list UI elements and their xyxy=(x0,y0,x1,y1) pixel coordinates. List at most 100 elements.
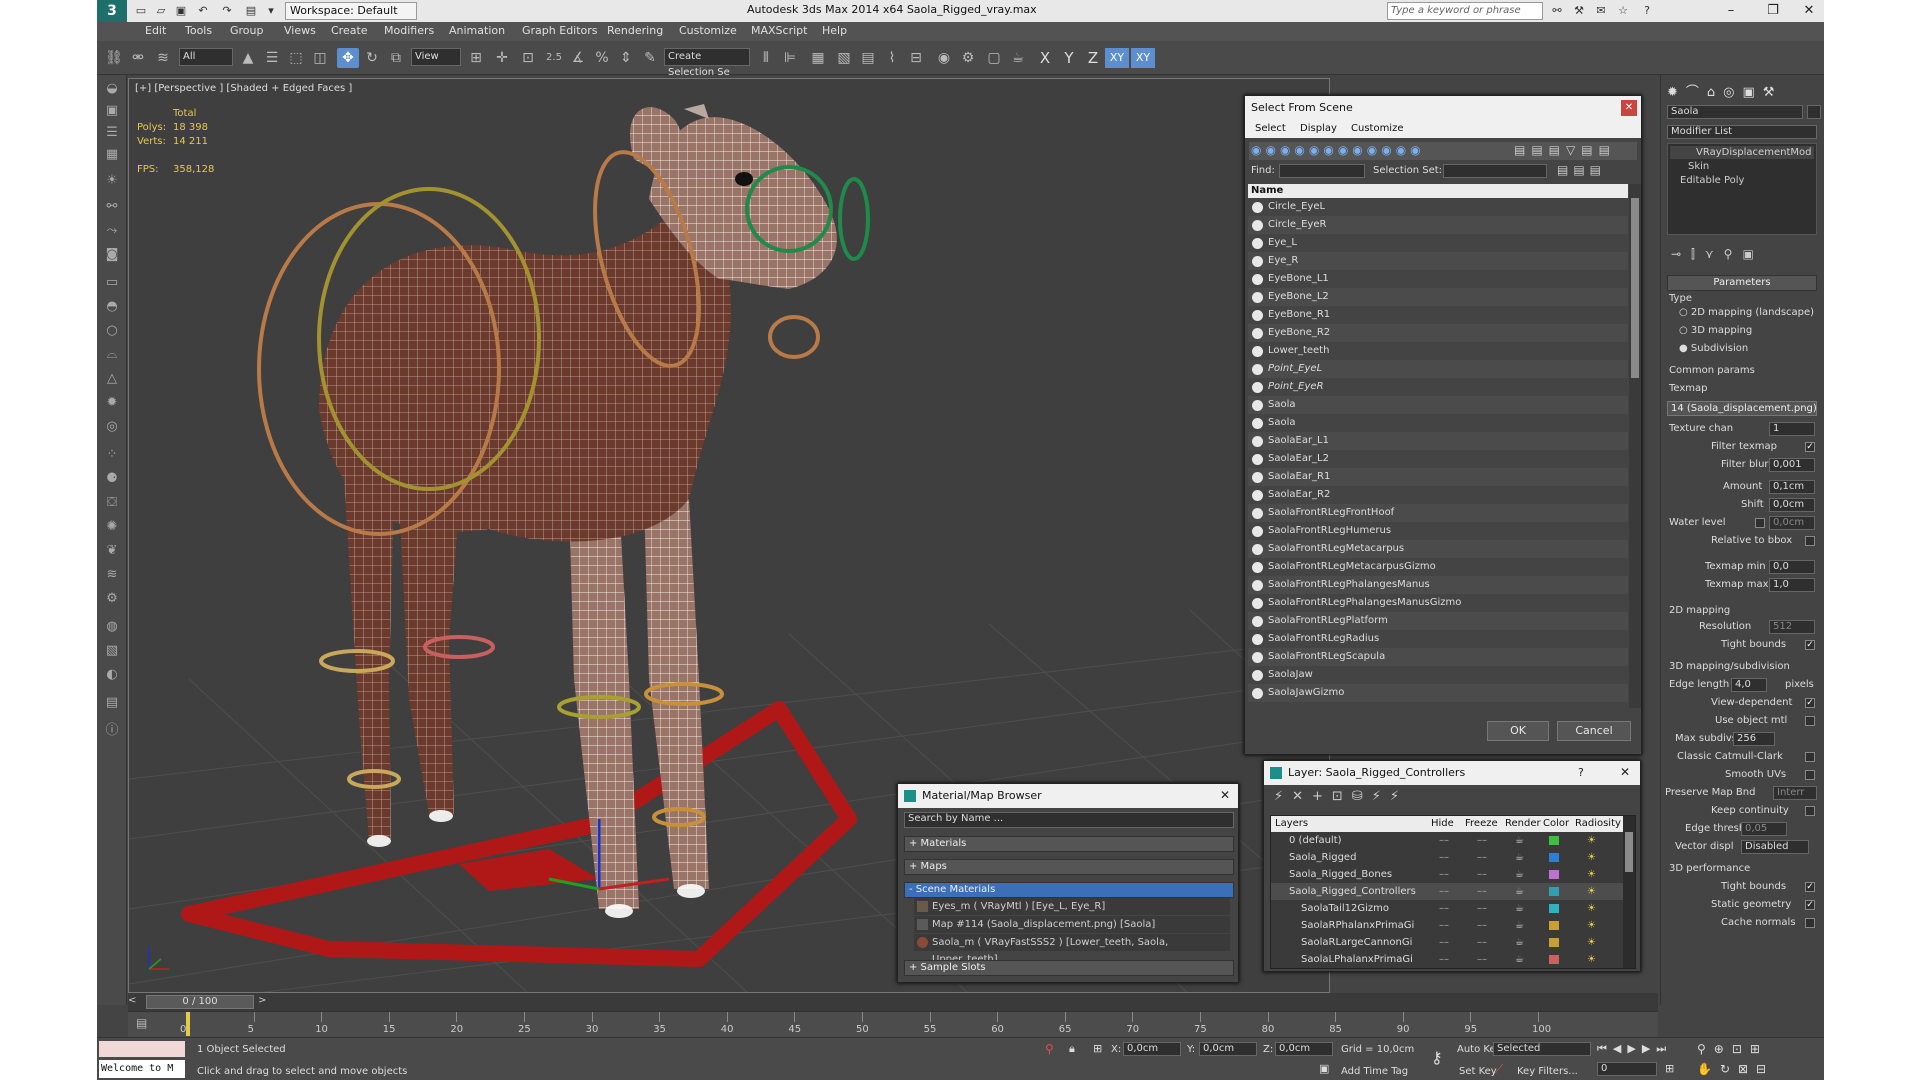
mirror-icon[interactable]: ⫴ xyxy=(755,48,777,68)
material-item[interactable]: Saola_m ( VRayFastSSS2 ) [Lower_teeth, S… xyxy=(914,934,1230,965)
constrain-y-button[interactable]: Y xyxy=(1057,48,1081,68)
isolate-icon[interactable]: ⚲ xyxy=(1045,1042,1054,1056)
rect-selection-icon[interactable]: ⬚ xyxy=(285,48,307,68)
object-list-item[interactable]: EyeBone_L1 xyxy=(1248,270,1628,288)
undo-icon[interactable]: ↶ xyxy=(195,3,211,19)
texmap-max-spinner[interactable]: 1,0 xyxy=(1769,578,1815,592)
list-icon[interactable]: ☰ xyxy=(102,125,122,143)
static-geometry-checkbox[interactable]: ✓ xyxy=(1805,900,1815,910)
object-list-item[interactable]: Circle_EyeR xyxy=(1248,216,1628,234)
hide-toggle[interactable]: –– xyxy=(1439,832,1449,849)
filter-blur-spinner[interactable]: 0,001 xyxy=(1769,458,1815,472)
cache-normals-checkbox[interactable] xyxy=(1805,918,1815,928)
freeze-toggle[interactable]: –– xyxy=(1477,883,1487,900)
cancel-button[interactable]: Cancel xyxy=(1557,721,1631,741)
menu-create[interactable]: Create xyxy=(331,24,368,37)
render-teapot-icon[interactable]: ☕ xyxy=(1515,832,1524,849)
render-teapot-icon[interactable]: ☕ xyxy=(1515,951,1524,968)
layer-color-swatch[interactable] xyxy=(1549,921,1559,930)
tight-bounds-checkbox[interactable]: ✓ xyxy=(1805,640,1815,650)
stack-item-editable-poly[interactable]: Editable Poly xyxy=(1670,174,1814,187)
object-list-item[interactable]: SaolaFrontRLegRadius xyxy=(1248,630,1628,648)
render-setup-icon[interactable]: ⚙ xyxy=(957,48,979,68)
menu-tools[interactable]: Tools xyxy=(185,24,212,37)
col-radiosity[interactable]: Radiosity xyxy=(1575,818,1621,829)
ok-button[interactable]: OK xyxy=(1487,721,1549,741)
layer-color-swatch[interactable] xyxy=(1549,887,1559,896)
layer-row[interactable]: 0 (default) –– –– ☕ ☀ xyxy=(1271,832,1623,849)
workspace-dropdown[interactable]: Workspace: Default xyxy=(285,2,417,20)
close-icon[interactable]: ✕ xyxy=(1620,765,1630,779)
y-coordinate-field[interactable]: 0,0cm xyxy=(1199,1042,1257,1056)
menu-customize[interactable]: Customize xyxy=(1351,123,1404,134)
layer-row[interactable]: SaolaRLargeCannonGi –– –– ☕ ☀ xyxy=(1271,934,1623,951)
hide-toggle[interactable]: –– xyxy=(1439,883,1449,900)
playback-controls[interactable]: ⏮◀▶▶⏭ xyxy=(1597,1042,1672,1056)
object-list-item[interactable]: Point_EyeL xyxy=(1248,360,1628,378)
object-list-item[interactable]: SaolaEar_R2 xyxy=(1248,486,1628,504)
x-coordinate-field[interactable]: 0,0cm xyxy=(1123,1042,1181,1056)
selection-set-icons[interactable]: ▤▤▤ xyxy=(1557,163,1606,177)
resolution-spinner[interactable]: 512 xyxy=(1769,620,1815,634)
use-object-mtl-checkbox[interactable] xyxy=(1805,716,1815,726)
app-logo-icon[interactable]: 3 xyxy=(97,0,127,22)
open-file-icon[interactable]: ▱ xyxy=(153,3,169,19)
help-button[interactable]: ? xyxy=(1578,766,1584,779)
layer-color-swatch[interactable] xyxy=(1549,955,1559,964)
tight-bounds-2-checkbox[interactable]: ✓ xyxy=(1805,882,1815,892)
object-list-item[interactable]: Eye_L xyxy=(1248,234,1628,252)
close-icon[interactable]: ✕ xyxy=(1621,100,1637,116)
layer-color-swatch[interactable] xyxy=(1549,870,1559,879)
scrollbar-thumb[interactable] xyxy=(1631,198,1639,378)
object-list-item[interactable]: SaolaJaw xyxy=(1248,666,1628,684)
time-slider[interactable]: < 0 / 100 > xyxy=(128,993,1658,1011)
filter-type-icons[interactable]: ◉◉◉◉◉◉◉◉◉◉◉◉ xyxy=(1251,143,1425,157)
object-list-item[interactable]: SaolaFrontRLegMetacarpusGizmo xyxy=(1248,558,1628,576)
grid-icon[interactable]: ▦ xyxy=(102,147,122,165)
preserve-map-bnd-dropdown[interactable]: Interr xyxy=(1773,786,1817,800)
subscription-icon[interactable]: ⚒ xyxy=(1571,3,1587,19)
render-teapot-icon[interactable]: ☕ xyxy=(1515,917,1524,934)
menu-views[interactable]: Views xyxy=(284,24,316,37)
maps-section[interactable]: + Maps xyxy=(904,859,1234,875)
key-icon[interactable]: ⚷ xyxy=(1431,1048,1443,1067)
render-teapot-icon[interactable]: ☕ xyxy=(1515,866,1524,883)
stack-item-vraydisplacement[interactable]: VRayDisplacementMod xyxy=(1670,146,1814,159)
object-list-item[interactable]: SaolaEar_L2 xyxy=(1248,450,1628,468)
minimize-icon[interactable]: – xyxy=(1717,2,1745,20)
platform-controller[interactable] xyxy=(181,701,857,967)
jaw-controller[interactable] xyxy=(768,315,820,359)
layer-row[interactable]: SaolaRPhalanxPrimaGi –– –– ☕ ☀ xyxy=(1271,917,1623,934)
layer-color-swatch[interactable] xyxy=(1549,836,1559,845)
menu-maxscript[interactable]: MAXScript xyxy=(751,24,807,37)
selection-set-dropdown[interactable] xyxy=(1443,164,1547,178)
radiosity-sun-icon[interactable]: ☀ xyxy=(1587,866,1596,883)
cone-icon[interactable]: △ xyxy=(102,371,122,389)
parameters-rollout[interactable]: Parameters xyxy=(1667,275,1817,291)
menu-group[interactable]: Group xyxy=(230,24,264,37)
object-list-item[interactable]: SaolaFrontRLegHumerus xyxy=(1248,522,1628,540)
spinner-snap-icon[interactable]: ⇕ xyxy=(615,48,637,68)
script-icon[interactable]: ▤ xyxy=(102,695,122,713)
key-filters-icon[interactable]: ⟋ xyxy=(1495,1062,1503,1077)
edit-named-selection-icon[interactable]: ✎ xyxy=(639,48,661,68)
hemisphere-icon[interactable]: ◓ xyxy=(102,299,122,317)
object-list-item[interactable]: SaolaJawGizmo xyxy=(1248,684,1628,702)
modifier-list-dropdown[interactable]: Modifier List xyxy=(1667,125,1817,139)
rendered-frame-window-icon[interactable]: ▢ xyxy=(983,48,1005,68)
plant-icon[interactable]: ❦ xyxy=(102,543,122,561)
search-by-name-input[interactable]: Search by Name ... xyxy=(904,812,1234,828)
filter-texmap-checkbox[interactable]: ✓ xyxy=(1805,442,1815,452)
set-key-button[interactable]: Set Key xyxy=(1459,1066,1497,1077)
relative-bbox-checkbox[interactable] xyxy=(1805,536,1815,546)
materials-section[interactable]: + Materials xyxy=(904,836,1234,852)
object-list-item[interactable]: SaolaEar_R1 xyxy=(1248,468,1628,486)
layer-row[interactable]: Saola_Rigged_Controllers –– –– ☕ ☀ xyxy=(1271,883,1623,900)
info-icon[interactable]: ⓘ xyxy=(102,719,122,738)
view-dependent-checkbox[interactable]: ✓ xyxy=(1805,698,1815,708)
bones-icon[interactable]: ⚯ xyxy=(102,199,122,217)
saola-leg-front-left[interactable] xyxy=(569,499,639,909)
cylinder-icon[interactable]: ⌓ xyxy=(102,347,122,365)
water-level-checkbox[interactable] xyxy=(1755,518,1765,528)
eye-controller-right[interactable] xyxy=(838,177,870,261)
